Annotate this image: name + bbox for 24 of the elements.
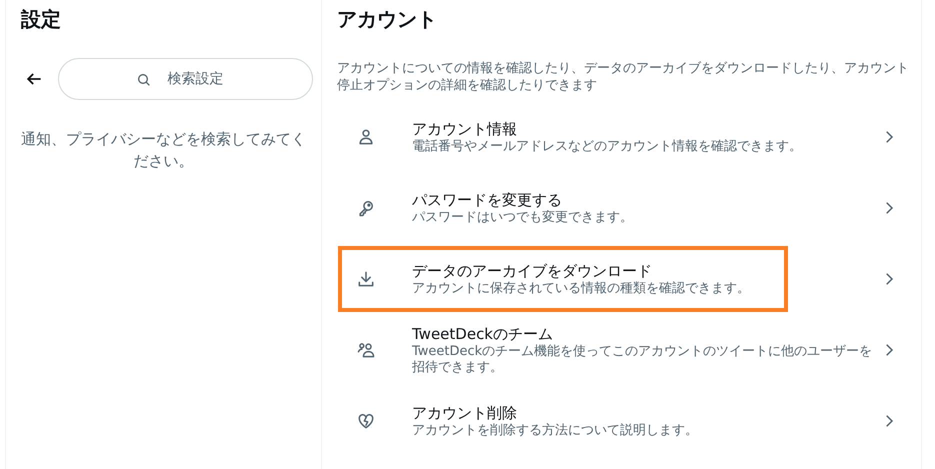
broken-heart-icon (356, 411, 376, 431)
sidebar-title: 設定 (20, 6, 62, 33)
search-field[interactable]: 検索設定 (58, 58, 313, 100)
search-hint: 通知、プライバシーなどを検索してみてください。 (20, 129, 307, 172)
item-title: アカウント情報 (412, 120, 518, 138)
settings-item[interactable]: アカウント情報 電話番号やメールアドレスなどのアカウント情報を確認できます。 (322, 102, 920, 172)
settings-item[interactable]: パスワードを変更する パスワードはいつでも変更できます。 (322, 173, 920, 243)
search-icon (136, 72, 152, 88)
item-title: アカウント削除 (412, 404, 518, 422)
settings-item[interactable]: TweetDeckのチーム TweetDeckのチーム機能を使ってこのアカウントのツイートに他のユーザーを招待できます。 (322, 315, 920, 385)
settings-item[interactable]: データのアーカイブをダウンロード アカウントに保存されている情報の種類を確認できます。 (322, 244, 920, 314)
item-description: TweetDeckのチーム機能を使ってこのアカウントのツイートに他のユーザーを招待できます。 (412, 344, 874, 376)
item-description: 電話番号やメールアドレスなどのアカウント情報を確認できます。 (412, 138, 803, 154)
item-description: アカウントに保存されている情報の種類を確認できます。 (412, 280, 751, 296)
item-description: パスワードはいつでも変更できます。 (412, 210, 634, 226)
section-description: アカウントについての情報を確認したり、データのアーカイブをダウンロードしたり、アカウント停止オプションの詳細を確認したりできます (337, 60, 909, 94)
section-title: アカウント (336, 6, 438, 33)
item-title: パスワードを変更する (412, 190, 563, 210)
item-description: アカウントを削除する方法について説明します。 (412, 422, 699, 438)
item-title: TweetDeckのチーム (412, 324, 554, 344)
item-title: データのアーカイブをダウンロード (412, 262, 653, 280)
download-icon (356, 269, 376, 289)
settings-item[interactable]: アカウント削除 アカウントを削除する方法について説明します。 (322, 386, 920, 456)
people-icon (356, 340, 376, 360)
